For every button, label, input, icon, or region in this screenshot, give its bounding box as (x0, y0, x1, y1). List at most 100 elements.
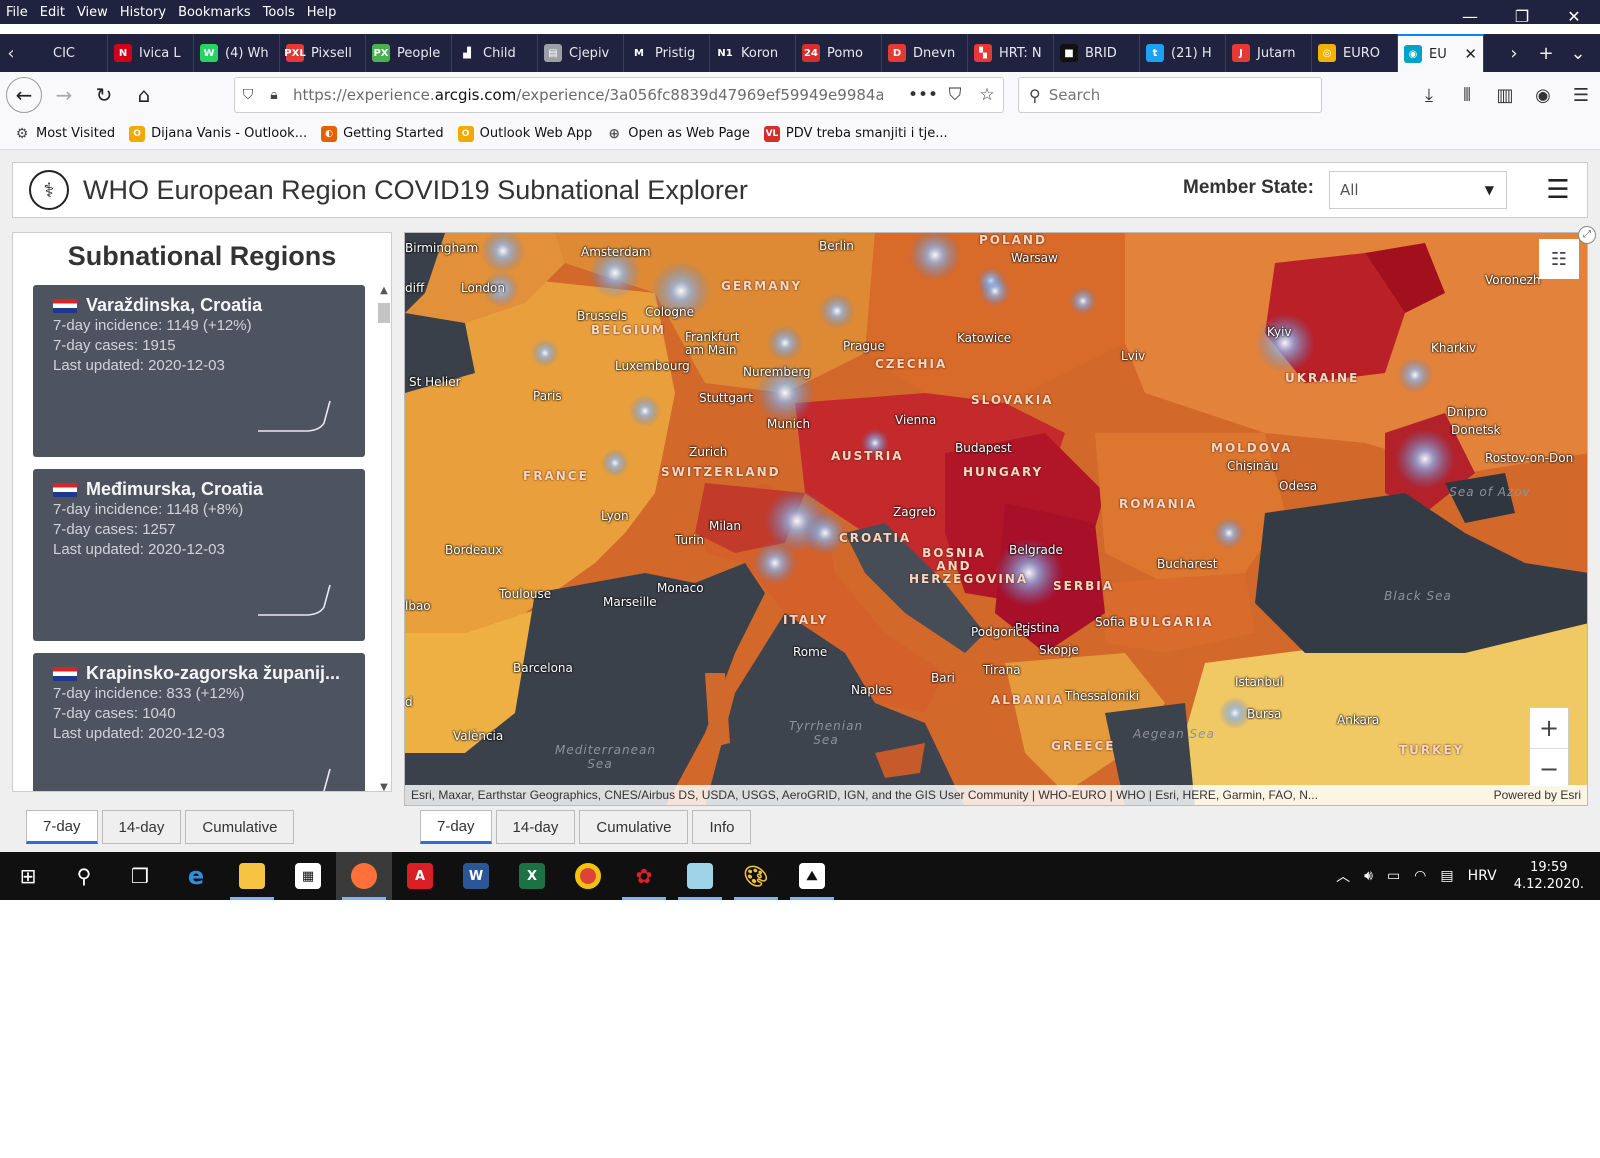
page-actions-icon[interactable]: ••• (907, 85, 939, 105)
map-tab-cumulative[interactable]: Cumulative (579, 810, 689, 844)
clock[interactable]: 19:59 4.12.2020. (1514, 859, 1584, 893)
expand-icon[interactable]: ⤢ (1578, 226, 1596, 244)
zoom-out-icon[interactable]: − (1530, 748, 1568, 788)
app-menu-icon[interactable]: ☰ (1562, 85, 1600, 106)
new-tab-icon[interactable]: + (1530, 43, 1562, 64)
browser-tab[interactable]: ◎ EURO (1312, 34, 1398, 72)
panel-scrollbar[interactable]: ▲ ▼ (375, 285, 391, 791)
bookmark-star-icon[interactable]: ☆ (971, 85, 1003, 105)
forward-icon[interactable]: → (46, 77, 82, 113)
legend-list-icon[interactable]: ☷ (1539, 239, 1579, 279)
sidebar-icon[interactable]: ▥ (1486, 85, 1524, 106)
paint-icon[interactable]: 🎨︎ (728, 852, 784, 900)
bookmark-item[interactable]: O Outlook Web App (457, 125, 592, 142)
lock-icon[interactable]: 🔒︎ (261, 87, 287, 103)
downloads-icon[interactable]: ⤓ (1410, 85, 1448, 106)
tab-list-icon[interactable]: ⌄ (1562, 43, 1594, 64)
scroll-up-icon[interactable]: ▲ (375, 285, 391, 296)
browser-tab[interactable]: ▚ HRT: N (968, 34, 1054, 72)
notifications-icon[interactable]: ▤ (1440, 868, 1453, 884)
map-tab-info[interactable]: Info (692, 810, 752, 844)
powered-by-esri-link[interactable]: Powered by Esri (1494, 788, 1587, 802)
tray-expand-icon[interactable]: ︿ (1336, 866, 1350, 886)
acrobat-icon[interactable]: A (392, 852, 448, 900)
map-tab-7-day[interactable]: 7-day (420, 810, 492, 844)
browser-tab[interactable]: 24 Pomo (796, 34, 882, 72)
menu-bookmarks[interactable]: Bookmarks (172, 5, 257, 20)
menu-tools[interactable]: Tools (257, 5, 301, 20)
browser-tab[interactable]: CIC (22, 34, 108, 72)
region-card[interactable]: Međimurska, Croatia 7-day incidence: 1148… (33, 469, 365, 641)
restore-icon[interactable]: ❐ (1496, 0, 1548, 34)
browser-tab[interactable]: N Ivica L (108, 34, 194, 72)
browser-tab[interactable]: PX People (366, 34, 452, 72)
account-icon[interactable]: ◉ (1524, 85, 1562, 106)
bookmark-item[interactable]: VL PDV treba smanjiti i tje... (763, 125, 948, 142)
scrollbar-thumb[interactable] (378, 303, 390, 323)
browser-tab[interactable]: D Dnevn (882, 34, 968, 72)
menu-history[interactable]: History (114, 5, 172, 20)
windows-start-icon[interactable]: ⊞ (0, 852, 56, 900)
app-menu-hamburger-icon[interactable]: ☰ (1541, 173, 1575, 207)
app-red-icon[interactable]: ✿ (616, 852, 672, 900)
language-indicator[interactable]: HRV (1468, 868, 1497, 884)
browser-tab[interactable]: PXL Pixsell (280, 34, 366, 72)
edge-icon[interactable]: e (168, 852, 224, 900)
photos-icon[interactable]: ⛰ (784, 852, 840, 900)
browser-tab[interactable]: ■ BRID (1054, 34, 1140, 72)
map-view[interactable]: Birmingham Amsterdam Berlin Warsaw London dif… (404, 232, 1588, 806)
browser-tab[interactable]: ◉ EU ✕ (1398, 34, 1484, 72)
bookmark-item[interactable]: ⚙ Most Visited (14, 126, 115, 142)
search-bar[interactable]: ⚲ (1018, 77, 1322, 113)
url-text[interactable]: https://experience.arcgis.com/experience… (293, 86, 883, 104)
search-input[interactable] (1048, 86, 1299, 104)
close-tab-icon[interactable]: ✕ (1464, 45, 1477, 63)
panel-tab-14-day[interactable]: 14-day (101, 810, 182, 844)
panel-tab-7-day[interactable]: 7-day (26, 810, 98, 844)
home-icon[interactable]: ⌂ (126, 77, 162, 113)
bookmark-item[interactable]: ⊕ Open as Web Page (606, 126, 750, 142)
minimize-icon[interactable]: — (1444, 0, 1496, 34)
browser-tab[interactable]: W (4) Wh (194, 34, 280, 72)
file-explorer-icon[interactable] (224, 852, 280, 900)
close-window-icon[interactable]: ✕ (1548, 0, 1600, 34)
menu-help[interactable]: Help (301, 5, 343, 20)
library-icon[interactable]: ⫴ (1448, 85, 1486, 106)
browser-tab[interactable]: ▟ Child (452, 34, 538, 72)
panel-tab-cumulative[interactable]: Cumulative (185, 810, 295, 844)
app-glass-icon[interactable] (672, 852, 728, 900)
browser-tab[interactable]: M Pristig (624, 34, 710, 72)
word-icon[interactable]: W (448, 852, 504, 900)
bookmark-item[interactable]: O Dijana Vanis - Outlook... (129, 125, 307, 142)
store-icon[interactable]: ▦ (280, 852, 336, 900)
member-state-select[interactable]: All ▼ (1329, 171, 1507, 209)
menu-view[interactable]: View (71, 5, 114, 20)
tab-scroll-right-icon[interactable]: › (1498, 43, 1530, 64)
volume-icon[interactable]: 🔊︎ (1364, 868, 1373, 884)
wifi-icon[interactable]: ◠ (1414, 868, 1426, 884)
tab-scroll-left-icon[interactable]: ‹ (0, 43, 22, 64)
url-bar[interactable]: ⛉ 🔒︎ https://experience.arcgis.com/exper… (234, 77, 1004, 113)
pocket-icon[interactable]: ⛉ (939, 85, 971, 105)
browser-tab[interactable]: J Jutarn (1226, 34, 1312, 72)
firefox-icon[interactable] (336, 852, 392, 900)
browser-tab[interactable]: N1 Koron (710, 34, 796, 72)
zoom-in-icon[interactable]: + (1530, 708, 1568, 748)
browser-tab[interactable]: t (21) H (1140, 34, 1226, 72)
excel-icon[interactable]: X (504, 852, 560, 900)
scroll-down-icon[interactable]: ▼ (375, 782, 391, 791)
reload-icon[interactable]: ↻ (86, 77, 122, 113)
task-view-icon[interactable]: ❒ (112, 852, 168, 900)
region-card[interactable]: Krapinsko-zagorska županij... 7-day incid… (33, 653, 365, 791)
browser-tab[interactable]: ▤ Cjepiv (538, 34, 624, 72)
chrome-icon[interactable] (560, 852, 616, 900)
taskbar-search-icon[interactable]: ⚲ (56, 852, 112, 900)
bookmark-item[interactable]: ◐ Getting Started (321, 125, 444, 142)
shield-icon[interactable]: ⛉ (235, 87, 261, 103)
region-card[interactable]: Varaždinska, Croatia 7-day incidence: 114… (33, 285, 365, 457)
back-icon[interactable]: ← (6, 77, 42, 113)
battery-icon[interactable]: ▭ (1387, 868, 1400, 884)
map-tab-14-day[interactable]: 14-day (495, 810, 576, 844)
menu-edit[interactable]: Edit (34, 5, 71, 20)
menu-file[interactable]: File (0, 5, 34, 20)
